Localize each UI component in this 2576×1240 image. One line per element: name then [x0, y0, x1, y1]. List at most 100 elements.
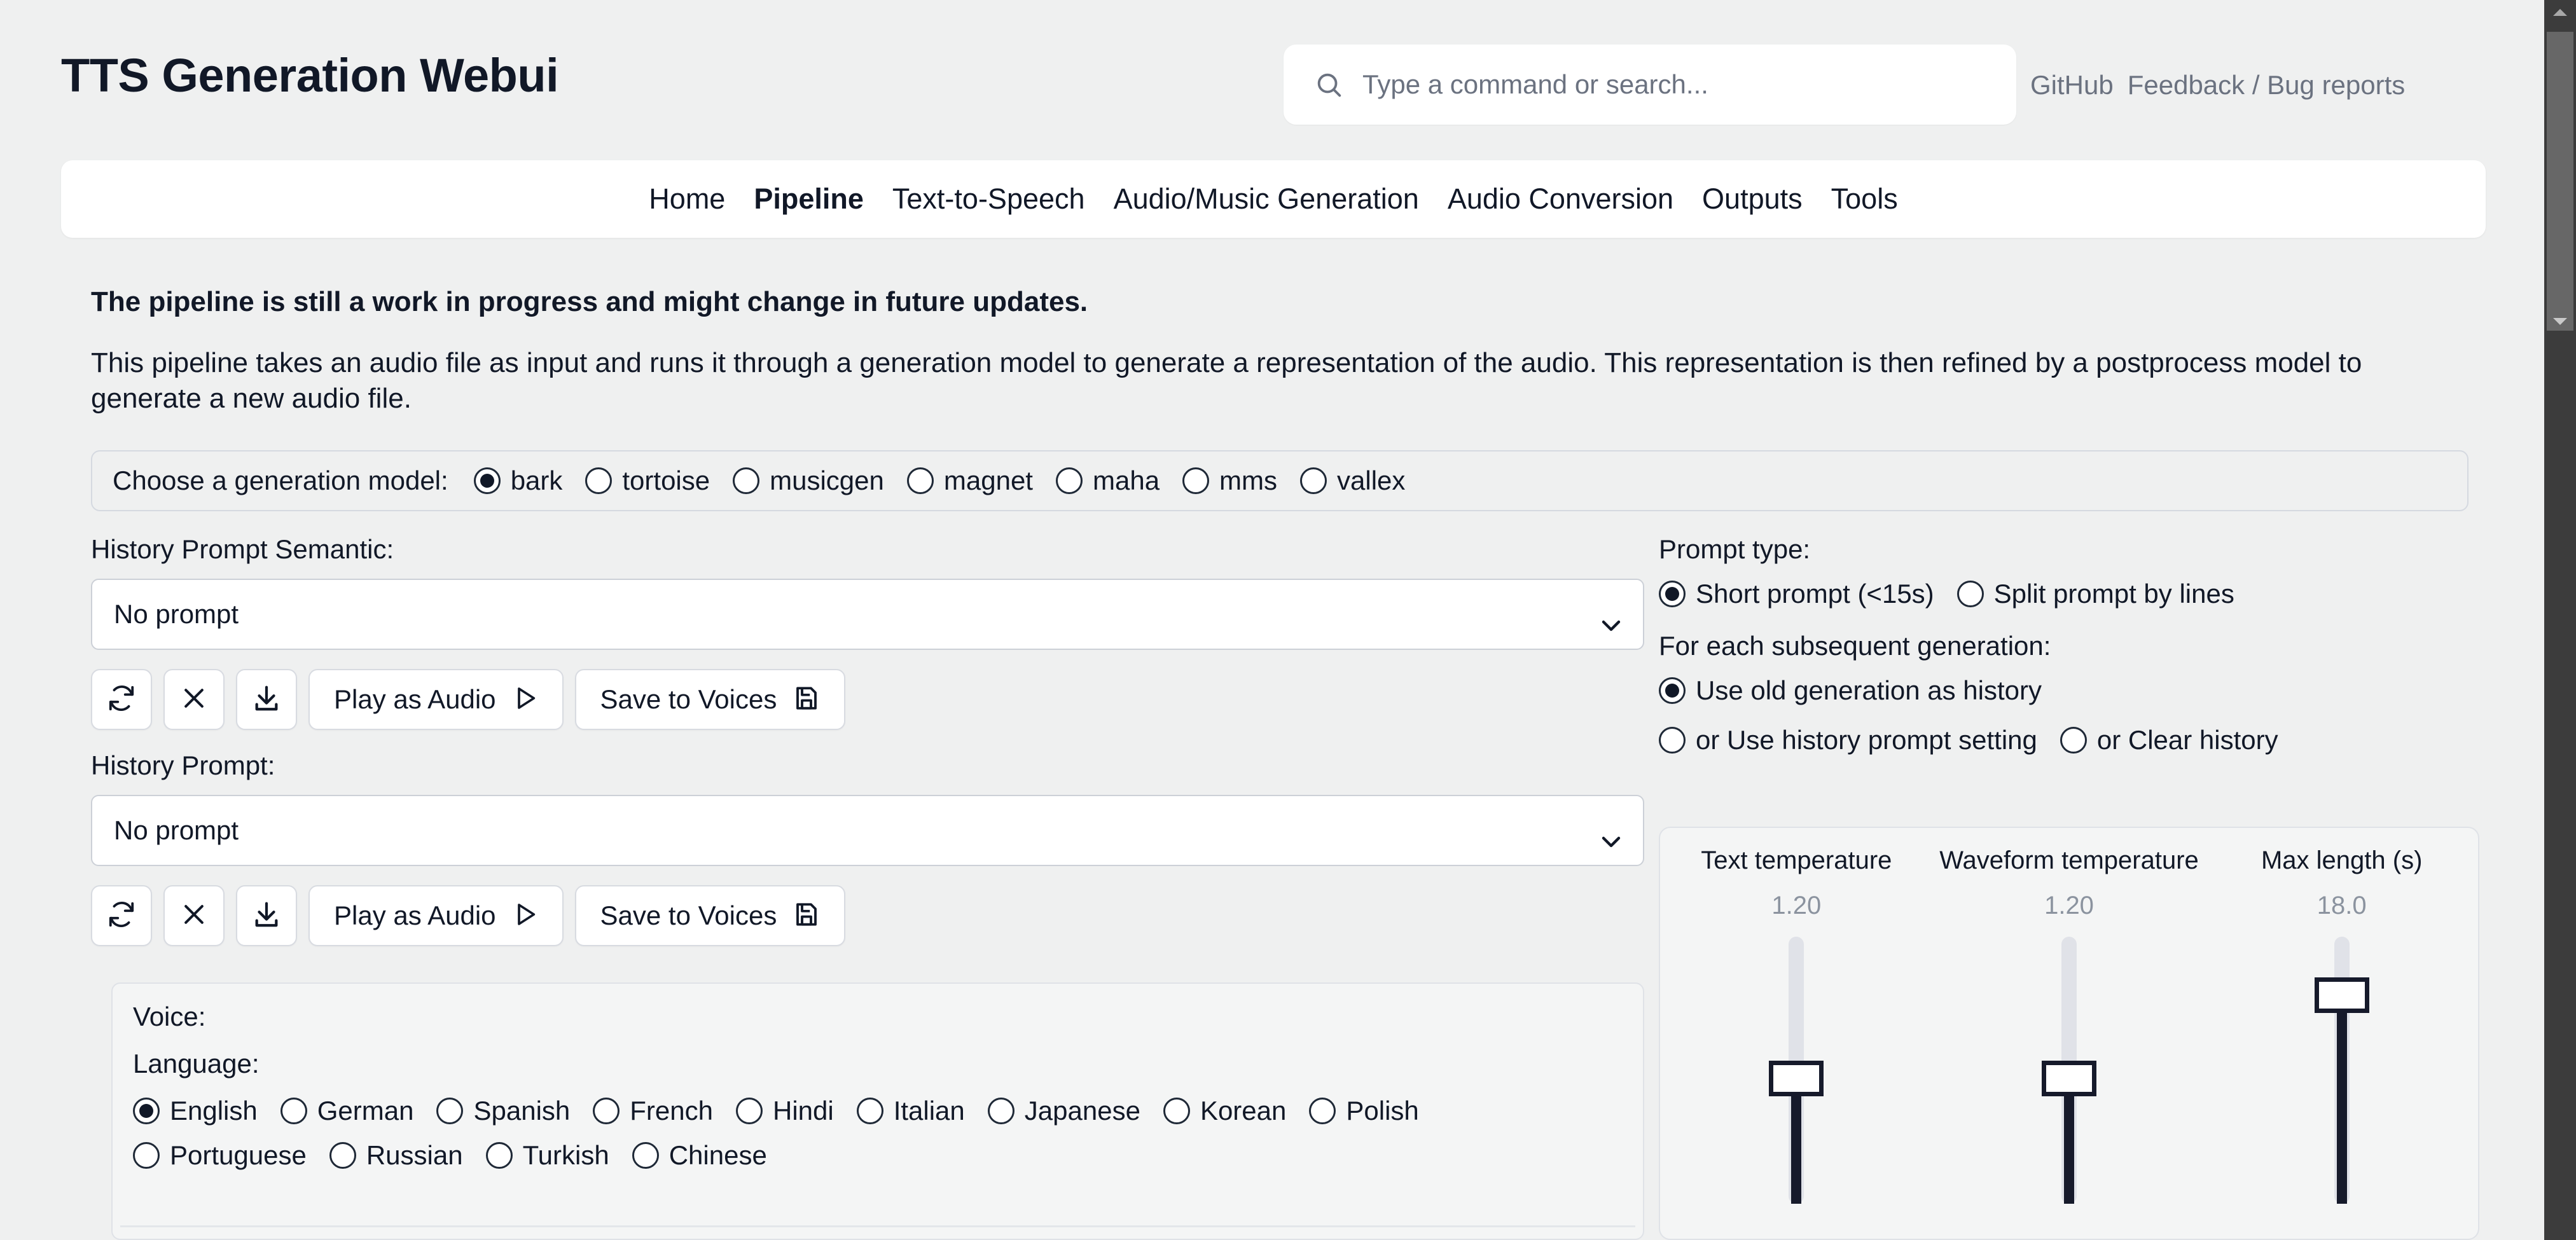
radio-icon[interactable]	[1309, 1098, 1336, 1124]
github-link[interactable]: GitHub	[2030, 70, 2114, 100]
radio-icon[interactable]	[1182, 467, 1210, 494]
radio-icon[interactable]	[436, 1098, 464, 1124]
model-option-tortoise[interactable]: tortoise	[585, 465, 710, 496]
nav-item-outputs[interactable]: Outputs	[1702, 183, 1803, 216]
nav-item-audio-music-generation[interactable]: Audio/Music Generation	[1114, 183, 1419, 216]
subsequent-option-clear-history[interactable]: or Clear history	[2060, 725, 2278, 755]
subsequent-generation-label: For each subsequent generation:	[1659, 631, 2051, 661]
radio-icon[interactable]	[133, 1142, 160, 1169]
language-option-chinese[interactable]: Chinese	[632, 1140, 767, 1171]
history-prompt-semantic-select[interactable]: No prompt	[91, 579, 1644, 650]
model-option-magnet[interactable]: magnet	[906, 465, 1033, 496]
subsequent-option-use-old-generation[interactable]: Use old generation as history	[1659, 675, 2042, 706]
language-option-english[interactable]: English	[133, 1096, 258, 1126]
radio-icon[interactable]	[1659, 727, 1686, 754]
hp-download-button[interactable]	[236, 885, 297, 946]
close-icon	[180, 900, 208, 932]
language-option-label: Russian	[366, 1140, 463, 1170]
language-option-polish[interactable]: Polish	[1309, 1096, 1419, 1126]
scroll-up-arrow-icon[interactable]	[2553, 9, 2567, 16]
language-option-korean[interactable]: Korean	[1163, 1096, 1286, 1126]
history-prompt-select[interactable]: No prompt	[91, 795, 1644, 866]
radio-icon[interactable]	[733, 467, 760, 494]
hp-play-as-audio-button[interactable]: Play as Audio	[308, 885, 564, 946]
language-option-label: German	[317, 1096, 414, 1126]
subsequent-option-use-history-prompt-setting[interactable]: or Use history prompt setting	[1659, 725, 2037, 755]
radio-icon[interactable]	[1055, 467, 1083, 494]
radio-icon[interactable]	[133, 1098, 160, 1124]
radio-icon[interactable]	[735, 1098, 763, 1124]
radio-icon[interactable]	[987, 1098, 1014, 1124]
prompt-type-option-short[interactable]: Short prompt (<15s)	[1659, 579, 1934, 609]
slider-track[interactable]	[2314, 937, 2369, 1204]
nav-item-text-to-speech[interactable]: Text-to-Speech	[892, 183, 1085, 216]
radio-icon[interactable]	[485, 1142, 513, 1169]
model-option-label: musicgen	[770, 465, 884, 495]
history-prompt-buttons: Play as Audio Save to Voices	[91, 885, 1644, 946]
slider-thumb[interactable]	[2042, 1060, 2096, 1096]
voice-panel-divider	[120, 1225, 1635, 1227]
hp-save-to-voices-button[interactable]: Save to Voices	[574, 885, 846, 946]
slider-track[interactable]	[2042, 937, 2096, 1204]
model-option-vallex[interactable]: vallex	[1300, 465, 1405, 496]
hp-refresh-button[interactable]	[91, 885, 152, 946]
search-input[interactable]: Type a command or search...	[1284, 45, 2016, 125]
pipeline-description: This pipeline takes an audio file as inp…	[91, 347, 2362, 415]
radio-icon[interactable]	[1956, 581, 1984, 607]
hps-clear-button[interactable]	[163, 669, 225, 730]
scroll-down-arrow-icon[interactable]	[2553, 318, 2567, 325]
radio-icon[interactable]	[1300, 467, 1327, 494]
radio-icon[interactable]	[906, 467, 934, 494]
language-option-turkish[interactable]: Turkish	[485, 1140, 609, 1171]
radio-icon[interactable]	[1163, 1098, 1190, 1124]
language-option-portuguese[interactable]: Portuguese	[133, 1140, 307, 1171]
prompt-type-options: Short prompt (<15s) Split prompt by line…	[1659, 579, 2473, 609]
language-option-spanish[interactable]: Spanish	[436, 1096, 570, 1126]
model-option-bark[interactable]: bark	[473, 465, 562, 496]
vertical-scrollbar-thumb[interactable]	[2547, 32, 2573, 331]
radio-icon[interactable]	[632, 1142, 659, 1169]
language-option-japanese[interactable]: Japanese	[987, 1096, 1140, 1126]
model-option-musicgen[interactable]: musicgen	[733, 465, 884, 496]
radio-icon[interactable]	[329, 1142, 356, 1169]
hps-download-button[interactable]	[236, 669, 297, 730]
radio-icon[interactable]	[280, 1098, 307, 1124]
prompt-type-option-split[interactable]: Split prompt by lines	[1956, 579, 2234, 609]
radio-icon[interactable]	[2060, 727, 2087, 754]
language-option-french[interactable]: French	[593, 1096, 713, 1126]
radio-icon[interactable]	[1659, 581, 1686, 607]
nav-item-home[interactable]: Home	[649, 183, 725, 216]
slider-thumb[interactable]	[1769, 1060, 1824, 1096]
slider-thumb[interactable]	[2314, 977, 2369, 1014]
slider-label: Text temperature	[1701, 846, 1892, 874]
model-option-mms[interactable]: mms	[1182, 465, 1277, 496]
hp-clear-button[interactable]	[163, 885, 225, 946]
feedback-link[interactable]: Feedback / Bug reports	[2128, 70, 2406, 100]
language-option-label: Hindi	[772, 1096, 834, 1126]
nav-item-audio-conversion[interactable]: Audio Conversion	[1448, 183, 1673, 216]
slider-track[interactable]	[1769, 937, 1824, 1204]
model-option-maha[interactable]: maha	[1055, 465, 1160, 496]
radio-icon[interactable]	[593, 1098, 620, 1124]
language-option-label: French	[630, 1096, 713, 1126]
hps-save-to-voices-button[interactable]: Save to Voices	[574, 669, 846, 730]
vertical-scrollbar[interactable]	[2544, 0, 2576, 1240]
radio-icon[interactable]	[856, 1098, 883, 1124]
radio-icon[interactable]	[1659, 677, 1686, 704]
language-option-label: Italian	[893, 1096, 965, 1126]
language-option-hindi[interactable]: Hindi	[735, 1096, 834, 1126]
nav-item-pipeline[interactable]: Pipeline	[754, 183, 864, 216]
language-option-label: English	[170, 1096, 258, 1126]
search-icon	[1314, 70, 1343, 99]
nav-item-tools[interactable]: Tools	[1831, 183, 1898, 216]
main-nav: Home Pipeline Text-to-Speech Audio/Music…	[61, 160, 2486, 238]
language-option-german[interactable]: German	[280, 1096, 414, 1126]
hps-play-as-audio-button[interactable]: Play as Audio	[308, 669, 564, 730]
radio-icon[interactable]	[473, 467, 501, 494]
language-option-italian[interactable]: Italian	[856, 1096, 965, 1126]
radio-icon[interactable]	[585, 467, 613, 494]
sliders-panel: Text temperature 1.20 Waveform temperatu…	[1659, 827, 2479, 1240]
app-root: TTS Generation Webui Type a command or s…	[0, 0, 2576, 1240]
hps-refresh-button[interactable]	[91, 669, 152, 730]
language-option-russian[interactable]: Russian	[329, 1140, 463, 1171]
